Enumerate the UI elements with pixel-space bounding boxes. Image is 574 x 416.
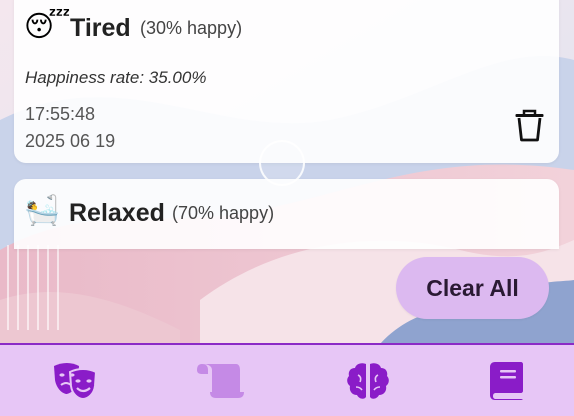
nav-item-insights[interactable] xyxy=(343,358,393,404)
bathtub-emoji: 🛀 xyxy=(24,193,61,227)
mood-entry-card: 😴 Tired (30% happy) Happiness rate: 35.0… xyxy=(14,0,559,163)
nav-item-history[interactable] xyxy=(196,358,246,404)
bottom-navigation xyxy=(0,343,574,416)
entry-time: 17:55:48 xyxy=(25,104,96,124)
brain-icon xyxy=(347,363,389,399)
nav-item-journal[interactable] xyxy=(482,358,532,404)
clear-all-button[interactable]: Clear All xyxy=(396,257,549,319)
book-icon xyxy=(490,362,523,400)
trash-icon[interactable] xyxy=(514,108,545,143)
sleeping-face-emoji: 😴 xyxy=(24,9,71,43)
scroll-icon xyxy=(197,364,244,398)
theater-masks-icon xyxy=(54,363,98,400)
mood-title: Tired xyxy=(70,14,131,42)
mood-entry-card: 🛀 Relaxed (70% happy) xyxy=(14,179,559,249)
happiness-rate: Happiness rate: 35.00% xyxy=(25,68,207,87)
entry-date: 2025 06 19 xyxy=(25,131,116,151)
mood-title: Relaxed xyxy=(69,199,165,227)
happy-percent: (70% happy) xyxy=(172,203,275,223)
nav-item-moods[interactable] xyxy=(50,358,100,404)
happy-percent: (30% happy) xyxy=(140,18,243,38)
